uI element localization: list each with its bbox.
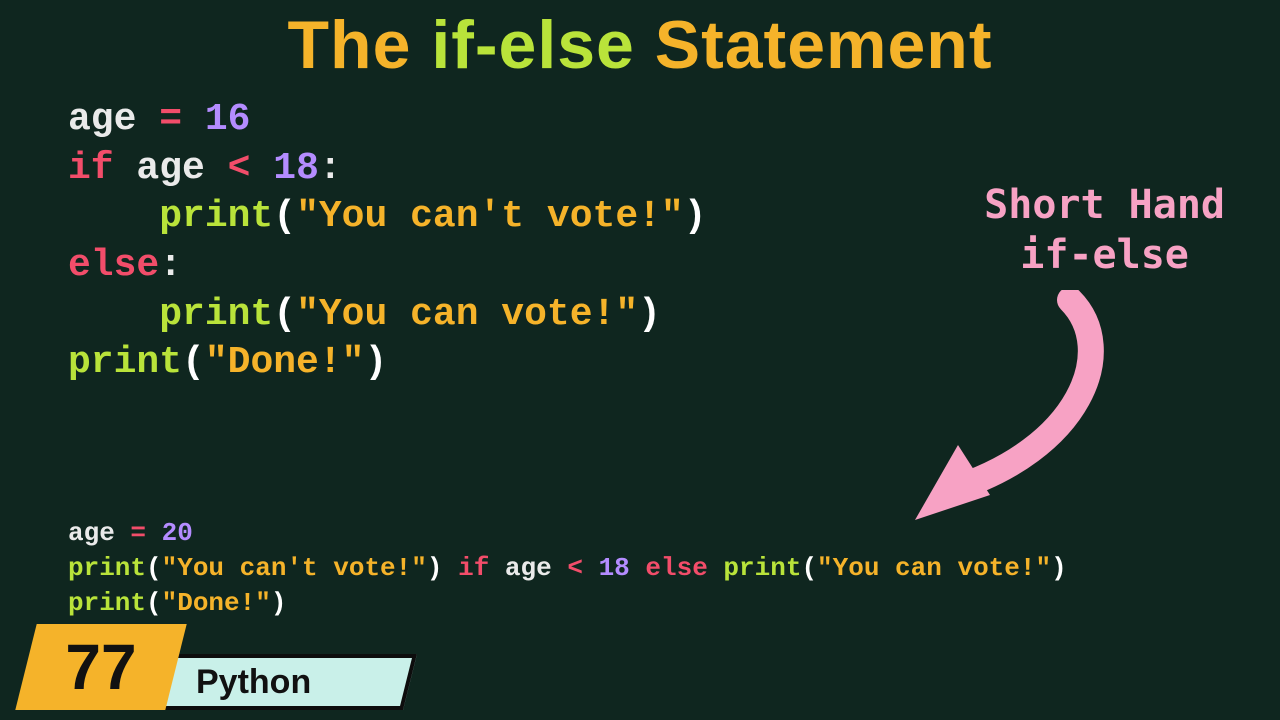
badge-language: Python <box>153 654 417 710</box>
slide-title: The if-else Statement <box>0 6 1280 84</box>
code-block-shorthand: age = 20 print("You can't vote!") if age… <box>68 516 1067 621</box>
badge-number: 77 <box>15 624 186 710</box>
annotation-line2: if-else <box>984 230 1225 280</box>
annotation-line1: Short Hand <box>984 180 1225 230</box>
annotation-short-hand: Short Hand if-else <box>984 180 1225 280</box>
arrow-icon <box>870 290 1130 530</box>
code-block-main: age = 16 if age < 18: print("You can't v… <box>68 96 707 388</box>
